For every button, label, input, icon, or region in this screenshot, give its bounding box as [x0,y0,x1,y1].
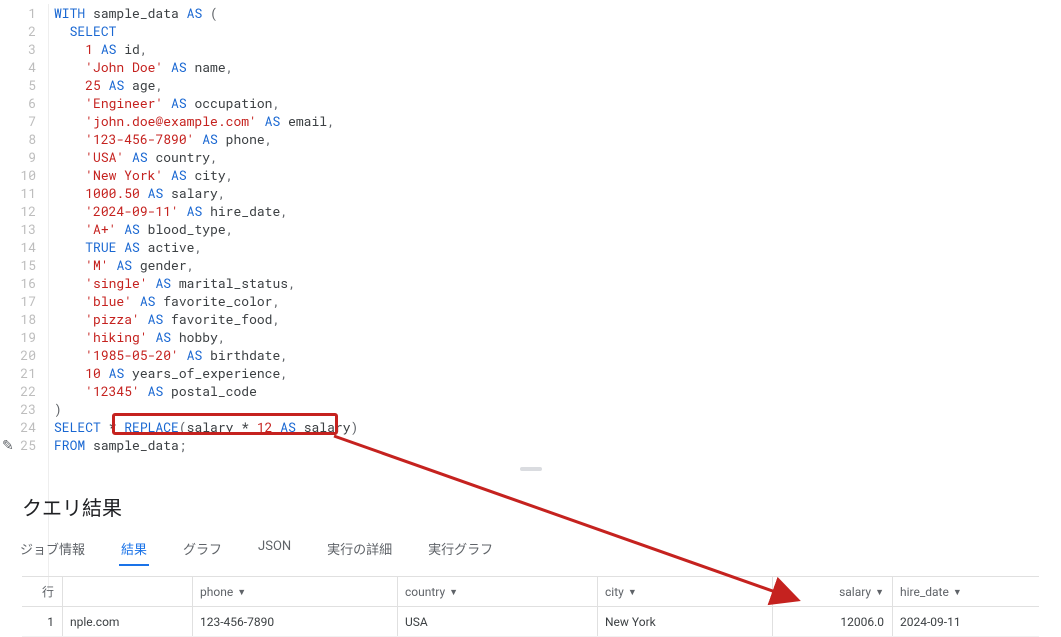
cell-hire-date: 2024-09-11 [892,607,1039,637]
tab-1[interactable]: 結果 [119,535,149,566]
cell-salary: 12006.0 [772,607,892,637]
panel-drag-handle[interactable] [520,467,542,471]
column-header-row[interactable]: 行 [22,577,62,607]
sort-icon[interactable]: ▼ [628,587,637,598]
column-header-phone-label: phone [200,585,233,599]
results-table: 行 phone ▼ country ▼ city ▼ salary ▼ hire_dat… [22,576,1039,637]
column-header-country[interactable]: country ▼ [397,577,597,607]
results-panel: クエリ結果 ジョブ情報 結果 グラフ JSON 実行の詳細 実行グラフ 行 phone ▼ … [0,484,1061,637]
sort-icon[interactable]: ▼ [875,587,884,598]
column-header-salary-label: salary [839,585,871,599]
cell-overflow: nple.com [62,607,192,637]
tab-3[interactable]: JSON [256,535,293,566]
sort-icon[interactable]: ▼ [449,587,458,598]
tab-4[interactable]: 実行の詳細 [325,535,394,566]
column-header-blank[interactable] [62,577,192,607]
line-number-gutter: 1234567891011121314151617181920212223242… [0,0,44,458]
column-header-city-label: city [605,585,624,599]
tab-5[interactable]: 実行グラフ [426,535,495,566]
tab-2[interactable]: グラフ [181,535,224,566]
column-header-country-label: country [405,585,445,599]
results-tabs: ジョブ情報 結果 グラフ JSON 実行の詳細 実行グラフ [18,535,1039,566]
edit-icon[interactable]: ✎ [2,438,14,454]
column-header-hire-date-label: hire_date [900,585,949,599]
column-header-salary[interactable]: salary ▼ [772,577,892,607]
tab-0[interactable]: ジョブ情報 [18,535,87,566]
column-header-city[interactable]: city ▼ [597,577,772,607]
column-header-hire-date[interactable]: hire_date ▼ [892,577,1039,607]
code-content[interactable]: WITH sample_data AS ( SELECT 1 AS id, 'J… [44,0,358,458]
table-row[interactable]: 1 nple.com 123-456-7890 USA New York 120… [22,607,1039,637]
cell-city: New York [597,607,772,637]
column-header-phone[interactable]: phone ▼ [192,577,397,607]
cell-phone: 123-456-7890 [192,607,397,637]
cell-country: USA [397,607,597,637]
sort-icon[interactable]: ▼ [237,587,246,598]
results-title: クエリ結果 [22,492,1039,521]
cell-row-index: 1 [22,607,62,637]
sort-icon[interactable]: ▼ [953,587,962,598]
code-editor[interactable]: 1234567891011121314151617181920212223242… [0,0,1061,458]
